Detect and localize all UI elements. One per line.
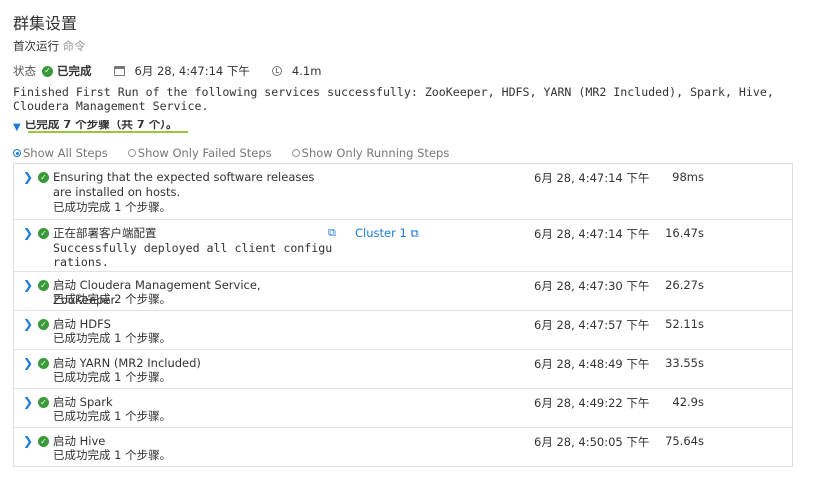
step-row: ❯ ✓ 正在部署客户端配置 Successfully deployed all … [14, 219, 792, 271]
step-duration: 16.47s [665, 226, 704, 240]
step-row: ❯ ✓ 启动 YARN (MR2 Included) 已成功完成 1 个步骤。 … [14, 349, 792, 388]
step-time: 6月 28, 4:50:05 下午 [534, 435, 650, 449]
command-result-message: Finished First Run of the following serv… [13, 85, 781, 113]
step-duration: 33.55s [665, 356, 704, 370]
filter-label: Show All Steps [23, 146, 108, 160]
step-row: ❯ ✓ 启动 HDFS 已成功完成 1 个步骤。 6月 28, 4:47:57 … [14, 310, 792, 349]
step-filters: Show All Steps Show Only Failed Steps Sh… [13, 146, 469, 160]
status-duration: 4.1m [291, 64, 322, 78]
external-link-icon: ⧉ [410, 226, 419, 240]
filter-show-all[interactable]: Show All Steps [13, 146, 108, 160]
subtitle-muted: 命令 [62, 39, 86, 53]
status-value: 已完成 [57, 64, 92, 78]
step-title: 启动 HDFS [53, 317, 111, 331]
step-duration: 42.9s [672, 395, 704, 409]
check-circle-icon: ✓ [38, 436, 49, 447]
check-circle-icon: ✓ [38, 319, 49, 330]
check-circle-icon: ✓ [38, 358, 49, 369]
chevron-right-icon[interactable]: ❯ [23, 170, 33, 184]
check-circle-icon: ✓ [38, 280, 49, 291]
filter-label: Show Only Running Steps [301, 146, 450, 160]
check-circle-icon: ✓ [42, 65, 53, 77]
steps-toggle-underline [28, 131, 188, 133]
step-duration: 98ms [672, 170, 704, 184]
status-line: 状态 ✓ 已完成 6月 28, 4:47:14 下午 4.1m [13, 63, 321, 79]
step-time: 6月 28, 4:47:14 下午 [534, 227, 650, 241]
step-title: 启动 YARN (MR2 Included) [53, 356, 201, 370]
check-circle-icon: ✓ [38, 228, 49, 239]
external-link-icon[interactable]: ⧉ [328, 226, 336, 240]
radio-icon[interactable] [127, 149, 136, 157]
calendar-icon [113, 66, 125, 76]
chevron-right-icon[interactable]: ❯ [23, 434, 33, 448]
step-duration: 52.11s [665, 317, 704, 331]
step-time: 6月 28, 4:49:22 下午 [534, 396, 650, 410]
step-summary: 已成功完成 1 个步骤。 [53, 448, 172, 462]
step-row: ❯ ✓ 启动 Spark 已成功完成 1 个步骤。 6月 28, 4:49:22… [14, 388, 792, 427]
step-duration: 75.64s [665, 434, 704, 448]
chevron-right-icon[interactable]: ❯ [23, 395, 33, 409]
chevron-right-icon[interactable]: ❯ [23, 356, 33, 370]
step-time: 6月 28, 4:47:14 下午 [534, 171, 650, 185]
step-duration: 26.27s [665, 278, 704, 292]
page-subtitle: 首次运行 命令 [13, 38, 86, 54]
radio-icon[interactable] [13, 149, 21, 157]
step-summary: 已成功完成 1 个步骤。 [53, 200, 172, 214]
page-title: 群集设置 [13, 14, 78, 33]
step-row: ❯ ✓ Ensuring that the expected software … [14, 164, 792, 219]
check-circle-icon: ✓ [38, 397, 49, 408]
chevron-right-icon[interactable]: ❯ [23, 226, 33, 240]
radio-icon[interactable] [291, 149, 300, 157]
step-title: 正在部署客户端配置 [53, 226, 157, 240]
step-summary: 已成功完成 1 个步骤。 [53, 409, 172, 423]
step-summary: 已成功完成 1 个步骤。 [53, 331, 172, 345]
step-title: 启动 Spark [53, 395, 113, 409]
clock-icon [271, 66, 282, 76]
step-title: 启动 Hive [53, 434, 106, 448]
chevron-down-icon: ▼ [13, 121, 21, 133]
step-row: ❯ ✓ 启动 Hive 已成功完成 1 个步骤。 6月 28, 4:50:05 … [14, 427, 792, 466]
step-time: 6月 28, 4:47:30 下午 [534, 279, 650, 293]
status-label: 状态 [13, 64, 36, 78]
check-circle-icon: ✓ [38, 172, 49, 183]
step-summary: 已成功完成 1 个步骤。 [53, 370, 172, 384]
chevron-right-icon[interactable]: ❯ [23, 317, 33, 331]
step-time: 6月 28, 4:47:57 下午 [534, 318, 650, 332]
cluster-link[interactable]: Cluster 1 ⧉ [355, 226, 419, 241]
step-time: 6月 28, 4:48:49 下午 [534, 357, 650, 371]
step-title: Ensuring that the expected software rele… [53, 170, 315, 199]
filter-label: Show Only Failed Steps [137, 146, 272, 160]
chevron-right-icon[interactable]: ❯ [23, 278, 33, 292]
subtitle-prefix: 首次运行 [13, 39, 59, 53]
step-row: ❯ ✓ 启动 Cloudera Management Service, ZooK… [14, 271, 792, 310]
step-message: Successfully deployed all client configu… [53, 241, 333, 269]
status-date: 6月 28, 4:47:14 下午 [134, 64, 250, 78]
filter-show-failed[interactable]: Show Only Failed Steps [127, 146, 272, 160]
steps-table: ❯ ✓ Ensuring that the expected software … [13, 163, 793, 467]
filter-show-running[interactable]: Show Only Running Steps [291, 146, 450, 160]
step-summary: 已成功完成 2 个步骤。 [53, 292, 172, 306]
